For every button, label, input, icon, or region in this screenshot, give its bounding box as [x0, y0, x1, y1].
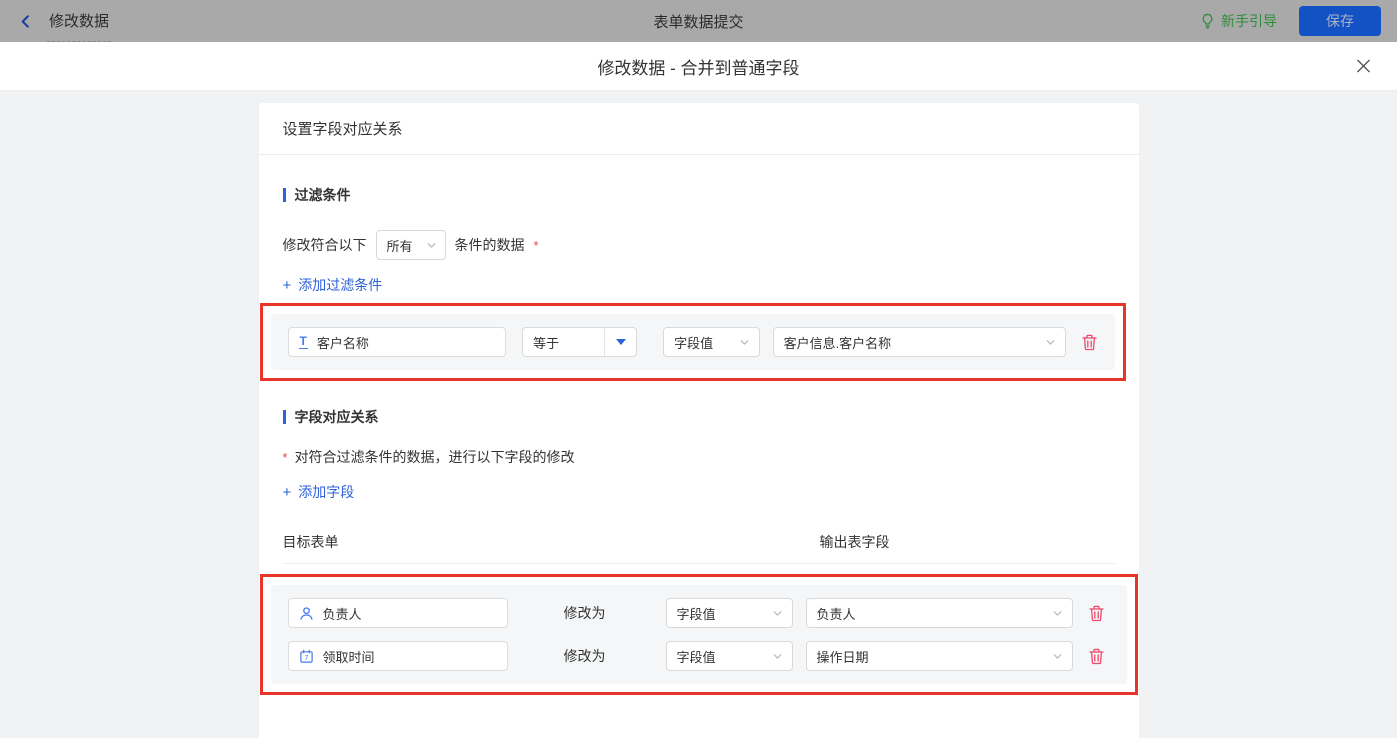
chevron-left-icon[interactable] — [18, 14, 33, 29]
filter-value-select[interactable]: 客户信息.客户名称 — [772, 327, 1067, 357]
filter-sentence: 修改符合以下 所有 条件的数据 * — [283, 230, 1115, 260]
workflow-title[interactable]: 修改数据 — [47, 0, 112, 42]
required-asterisk: * — [282, 449, 288, 465]
mapping-value-select[interactable]: 操作日期 — [805, 641, 1073, 671]
delete-mapping-button[interactable] — [1088, 605, 1104, 622]
chevron-down-icon — [739, 337, 750, 348]
add-filter-condition-link[interactable]: + 添加过滤条件 — [283, 275, 383, 295]
app-title: 表单数据提交 — [653, 13, 744, 31]
modal-title: 修改数据 - 合并到普通字段 — [597, 58, 800, 78]
filter-condition-row: T 客户名称 等于 字段值 客户信息.客户名称 — [287, 327, 1098, 357]
chevron-down-icon — [772, 608, 783, 619]
user-icon — [299, 606, 314, 621]
mapping-rows-container: 负责人 修改为 字段值 负责人 7 领取时间 修改为 字段值 操作日期 — [270, 585, 1127, 684]
mapping-column-headers: 目标表单 输出表字段 — [282, 532, 1115, 564]
chevron-down-icon — [1045, 337, 1056, 348]
operator-select[interactable]: 等于 — [522, 327, 638, 357]
filter-annotation-box: T 客户名称 等于 字段值 客户信息.客户名称 — [259, 303, 1126, 381]
chevron-down-icon — [772, 651, 783, 662]
mapping-row: 7 领取时间 修改为 字段值 操作日期 — [287, 641, 1110, 671]
mapping-description: * 对符合过滤条件的数据，进行以下字段的修改 — [282, 449, 575, 465]
target-field-box[interactable]: 负责人 — [287, 598, 508, 628]
plus-icon: + — [282, 483, 292, 501]
filter-field-label: 客户名称 — [316, 335, 369, 351]
modify-to-label: 修改为 — [563, 648, 606, 664]
caret-down-icon[interactable] — [604, 328, 636, 356]
lightbulb-icon — [1200, 13, 1215, 29]
section-accent-bar — [282, 410, 286, 424]
mapping-value-select[interactable]: 负责人 — [805, 598, 1073, 628]
add-field-link[interactable]: + 添加字段 — [283, 482, 355, 502]
page-background: 设置字段对应关系 过滤条件 修改符合以下 所有 条件的数据 * + 添加过滤条件… — [0, 91, 1397, 738]
mapping-value-type-select[interactable]: 字段值 — [665, 598, 793, 628]
settings-card: 设置字段对应关系 过滤条件 修改符合以下 所有 条件的数据 * + 添加过滤条件… — [258, 103, 1139, 738]
filter-sentence-prefix: 修改符合以下 — [282, 237, 367, 253]
section-accent-bar — [282, 188, 286, 202]
filter-section-title: 过滤条件 — [282, 185, 1115, 205]
svg-text:7: 7 — [304, 655, 308, 662]
delete-mapping-button[interactable] — [1088, 648, 1104, 665]
mapping-row: 负责人 修改为 字段值 负责人 — [287, 598, 1110, 628]
beginner-guide-link[interactable]: 新手引导 — [1200, 11, 1277, 31]
mapping-section-title: 字段对应关系 — [282, 407, 1115, 427]
close-icon[interactable] — [1355, 58, 1372, 75]
save-button[interactable]: 保存 — [1299, 6, 1381, 36]
modify-to-label: 修改为 — [563, 605, 606, 621]
target-field-label: 负责人 — [322, 606, 362, 622]
chevron-down-icon — [426, 240, 437, 251]
filter-value-type-select[interactable]: 字段值 — [663, 327, 760, 357]
filter-sentence-suffix: 条件的数据 — [454, 237, 525, 253]
match-mode-select[interactable]: 所有 — [375, 230, 446, 260]
mapping-value-type-select[interactable]: 字段值 — [665, 641, 793, 671]
top-bar: 修改数据 表单数据提交 新手引导 保存 — [0, 0, 1397, 42]
delete-condition-button[interactable] — [1082, 334, 1098, 351]
column-output-field: 输出表字段 — [819, 534, 890, 550]
column-target-form: 目标表单 — [282, 534, 339, 550]
back-button[interactable]: 修改数据 — [18, 0, 112, 42]
required-asterisk: * — [533, 237, 539, 253]
target-field-box[interactable]: 7 领取时间 — [287, 641, 508, 671]
modal-header: 修改数据 - 合并到普通字段 — [0, 42, 1397, 91]
beginner-guide-label: 新手引导 — [1221, 13, 1277, 29]
filter-field-box[interactable]: T 客户名称 — [287, 327, 506, 357]
chevron-down-icon — [1052, 651, 1063, 662]
mapping-annotation-box: 负责人 修改为 字段值 负责人 7 领取时间 修改为 字段值 操作日期 — [259, 574, 1138, 695]
target-field-label: 领取时间 — [322, 649, 375, 665]
calendar-icon: 7 — [299, 649, 314, 664]
chevron-down-icon — [1052, 608, 1063, 619]
filter-rows-container: T 客户名称 等于 字段值 客户信息.客户名称 — [270, 314, 1115, 370]
card-header-title: 设置字段对应关系 — [258, 103, 1139, 155]
plus-icon: + — [282, 276, 292, 294]
text-field-icon: T — [298, 334, 308, 349]
